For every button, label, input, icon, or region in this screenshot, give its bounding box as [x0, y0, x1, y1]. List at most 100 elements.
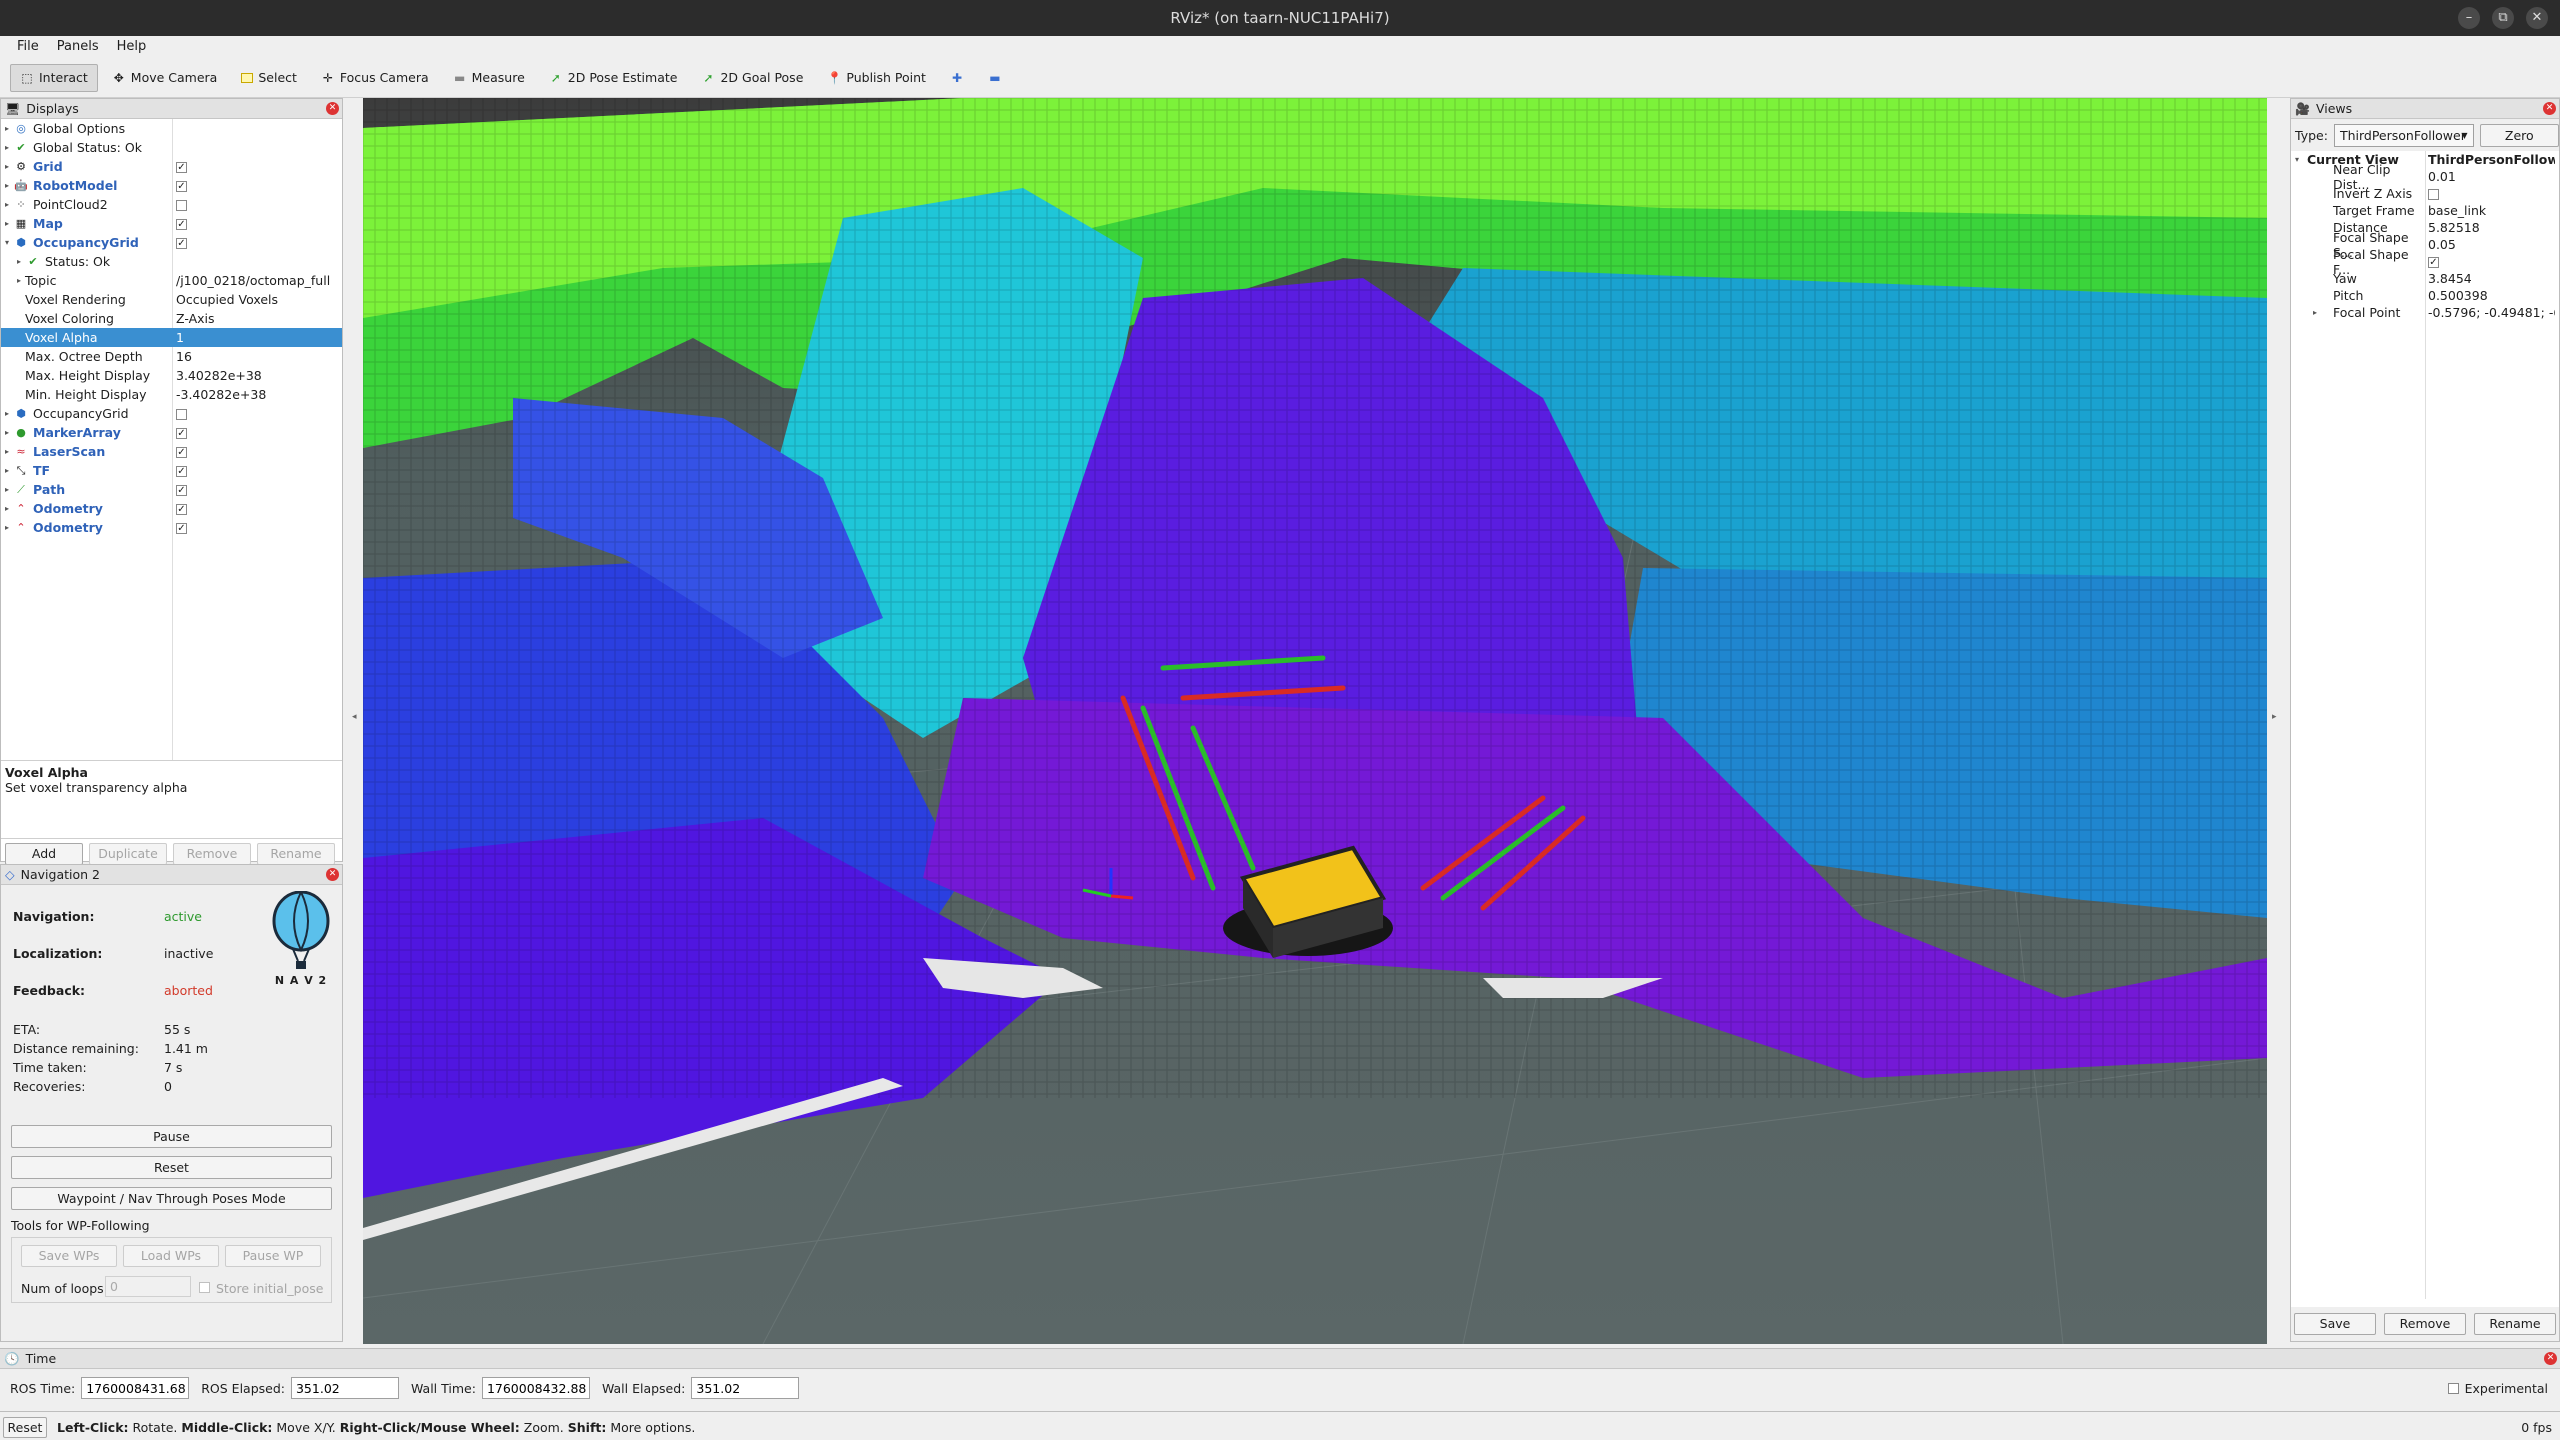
3d-viewport[interactable] — [363, 98, 2267, 1344]
row-value[interactable]: Z-Axis — [172, 309, 342, 328]
display-row-max-octree-depth[interactable]: Max. Octree Depth 16 — [1, 347, 342, 366]
prop-value[interactable]: 0.05 — [2425, 237, 2456, 252]
view-prop-pitch[interactable]: Pitch 0.500398 — [2291, 287, 2559, 304]
row-value[interactable]: Occupied Voxels — [172, 290, 342, 309]
view-type-select[interactable]: ThirdPersonFollower ▼ — [2333, 123, 2474, 147]
close-icon[interactable]: ✕ — [2543, 102, 2556, 115]
minimize-icon[interactable]: – — [2458, 7, 2480, 29]
prop-value[interactable]: 5.82518 — [2425, 220, 2480, 235]
wall-time-field[interactable] — [481, 1377, 590, 1399]
view-prop-focal-point[interactable]: ▸Focal Point-0.5796; -0.49481; -6.... — [2291, 304, 2559, 321]
prop-value[interactable]: 0.01 — [2425, 169, 2456, 184]
close-icon[interactable]: ✕ — [326, 102, 339, 115]
reset-button[interactable]: Reset — [3, 1416, 47, 1438]
right-splitter-handle[interactable]: ▸ — [2272, 712, 2277, 722]
display-row-max-height[interactable]: Max. Height Display 3.40282e+38 — [1, 366, 342, 385]
prop-value[interactable]: -0.5796; -0.49481; -6.... — [2425, 305, 2555, 320]
view-prop-target-frame[interactable]: Target Frame base_link — [2291, 202, 2559, 219]
view-prop-invert-z[interactable]: Invert Z Axis — [2291, 185, 2559, 202]
menu-file[interactable]: File — [8, 36, 48, 58]
display-row-occupancygrid[interactable]: ▾ ⬢ OccupancyGrid ✓ — [1, 233, 342, 252]
tool-2d-goal-pose[interactable]: ➚ 2D Goal Pose — [691, 64, 813, 92]
tool-2d-pose-estimate[interactable]: ➚ 2D Pose Estimate — [539, 64, 688, 92]
rename-view-button[interactable]: Rename — [2474, 1313, 2556, 1335]
view-prop-focal-shape-fixed[interactable]: Focal Shape F... ✓ — [2291, 247, 2559, 277]
add-tool-button[interactable]: ✚ — [940, 64, 974, 92]
waypoint-mode-button[interactable]: Waypoint / Nav Through Poses Mode — [11, 1187, 332, 1210]
remove-view-button[interactable]: Remove — [2384, 1313, 2466, 1335]
display-row-laserscan[interactable]: ▸ ≈ LaserScan ✓ — [1, 442, 342, 461]
tool-select[interactable]: Select — [231, 64, 307, 92]
focal-shape-fixed-checkbox[interactable]: ✓ — [2428, 257, 2439, 268]
enable-checkbox[interactable]: ✓ — [176, 447, 187, 458]
menu-panels[interactable]: Panels — [48, 36, 108, 58]
enable-checkbox[interactable]: ✓ — [176, 523, 187, 534]
tool-move-camera[interactable]: ✥ Move Camera — [102, 64, 228, 92]
experimental-checkbox[interactable] — [2447, 1383, 2459, 1394]
row-value[interactable]: 3.40282e+38 — [172, 366, 342, 385]
ros-elapsed-field[interactable] — [290, 1377, 399, 1399]
display-row-pointcloud2[interactable]: ▸ ⁘ PointCloud2 — [1, 195, 342, 214]
display-row-global-options[interactable]: ▸ ◎ Global Options — [1, 119, 342, 138]
close-icon[interactable]: ✕ — [2544, 1352, 2557, 1365]
row-value[interactable]: -3.40282e+38 — [172, 385, 342, 404]
pause-wp-button[interactable]: Pause WP — [225, 1245, 321, 1267]
invert-z-checkbox[interactable] — [2428, 189, 2439, 200]
enable-checkbox[interactable] — [176, 409, 187, 420]
rename-button[interactable]: Rename — [257, 843, 335, 865]
loops-input[interactable] — [105, 1276, 191, 1297]
ros-time-field[interactable] — [81, 1377, 190, 1399]
add-button[interactable]: Add — [5, 843, 83, 865]
enable-checkbox[interactable]: ✓ — [176, 466, 187, 477]
enable-checkbox[interactable]: ✓ — [176, 485, 187, 496]
display-row-markerarray[interactable]: ▸ ● MarkerArray ✓ — [1, 423, 342, 442]
display-row-map[interactable]: ▸ ▦ Map ✓ — [1, 214, 342, 233]
tool-interact[interactable]: ⬚ Interact — [10, 63, 98, 92]
prop-value[interactable]: base_link — [2425, 203, 2486, 218]
remove-button[interactable]: Remove — [173, 843, 251, 865]
enable-checkbox[interactable]: ✓ — [176, 504, 187, 515]
tool-measure[interactable]: ▬ Measure — [443, 64, 535, 92]
display-row-occupancygrid-2[interactable]: ▸ ⬢ OccupancyGrid — [1, 404, 342, 423]
enable-checkbox[interactable]: ✓ — [176, 162, 187, 173]
row-value[interactable]: 16 — [172, 347, 342, 366]
display-row-topic[interactable]: ▸ Topic/j100_0218/octomap_full — [1, 271, 342, 290]
close-icon[interactable]: ✕ — [326, 868, 339, 881]
view-prop-near-clip[interactable]: Near Clip Dist... 0.01 — [2291, 162, 2559, 192]
display-row-tf[interactable]: ▸ ⤡ TF ✓ — [1, 461, 342, 480]
display-row-odometry-2[interactable]: ▸ ⌃ Odometry ✓ — [1, 518, 342, 537]
row-value[interactable]: 1 — [172, 328, 342, 347]
remove-tool-button[interactable]: ▬ — [978, 64, 1012, 92]
display-row-odometry-1[interactable]: ▸ ⌃ Odometry ✓ — [1, 499, 342, 518]
wall-elapsed-field[interactable] — [691, 1377, 800, 1399]
enable-checkbox[interactable]: ✓ — [176, 181, 187, 192]
left-splitter-handle[interactable]: ◂ — [352, 712, 357, 722]
menu-help[interactable]: Help — [108, 36, 156, 58]
save-view-button[interactable]: Save — [2294, 1313, 2376, 1335]
display-row-global-status[interactable]: ▸ ✔ Global Status: Ok — [1, 138, 342, 157]
enable-checkbox[interactable] — [176, 200, 187, 211]
enable-checkbox[interactable]: ✓ — [176, 219, 187, 230]
view-prop-yaw[interactable]: Yaw 3.8454 — [2291, 270, 2559, 287]
reset-nav-button[interactable]: Reset — [11, 1156, 332, 1179]
experimental-toggle[interactable]: Experimental — [2447, 1381, 2548, 1396]
save-wps-button[interactable]: Save WPs — [21, 1245, 117, 1267]
pause-button[interactable]: Pause — [11, 1125, 332, 1148]
display-row-path[interactable]: ▸ ⟋ Path ✓ — [1, 480, 342, 499]
store-pose-checkbox[interactable] — [199, 1282, 210, 1293]
tool-focus-camera[interactable]: ✛ Focus Camera — [311, 64, 439, 92]
display-row-voxel-rendering[interactable]: Voxel Rendering Occupied Voxels — [1, 290, 342, 309]
display-row-voxel-alpha[interactable]: Voxel Alpha 1 — [1, 328, 342, 347]
row-value[interactable]: /j100_0218/octomap_full — [172, 271, 342, 290]
duplicate-button[interactable]: Duplicate — [89, 843, 167, 865]
load-wps-button[interactable]: Load WPs — [123, 1245, 219, 1267]
prop-value[interactable]: 3.8454 — [2425, 271, 2472, 286]
enable-checkbox[interactable]: ✓ — [176, 428, 187, 439]
display-row-min-height[interactable]: Min. Height Display -3.40282e+38 — [1, 385, 342, 404]
tool-publish-point[interactable]: 📍 Publish Point — [817, 64, 936, 92]
close-icon[interactable]: ✕ — [2526, 7, 2548, 29]
maximize-icon[interactable]: ⧉ — [2492, 7, 2514, 29]
display-row-status-ok[interactable]: ▸ ✔ Status: Ok — [1, 252, 342, 271]
zero-button[interactable]: Zero — [2479, 123, 2559, 147]
enable-checkbox[interactable]: ✓ — [176, 238, 187, 249]
